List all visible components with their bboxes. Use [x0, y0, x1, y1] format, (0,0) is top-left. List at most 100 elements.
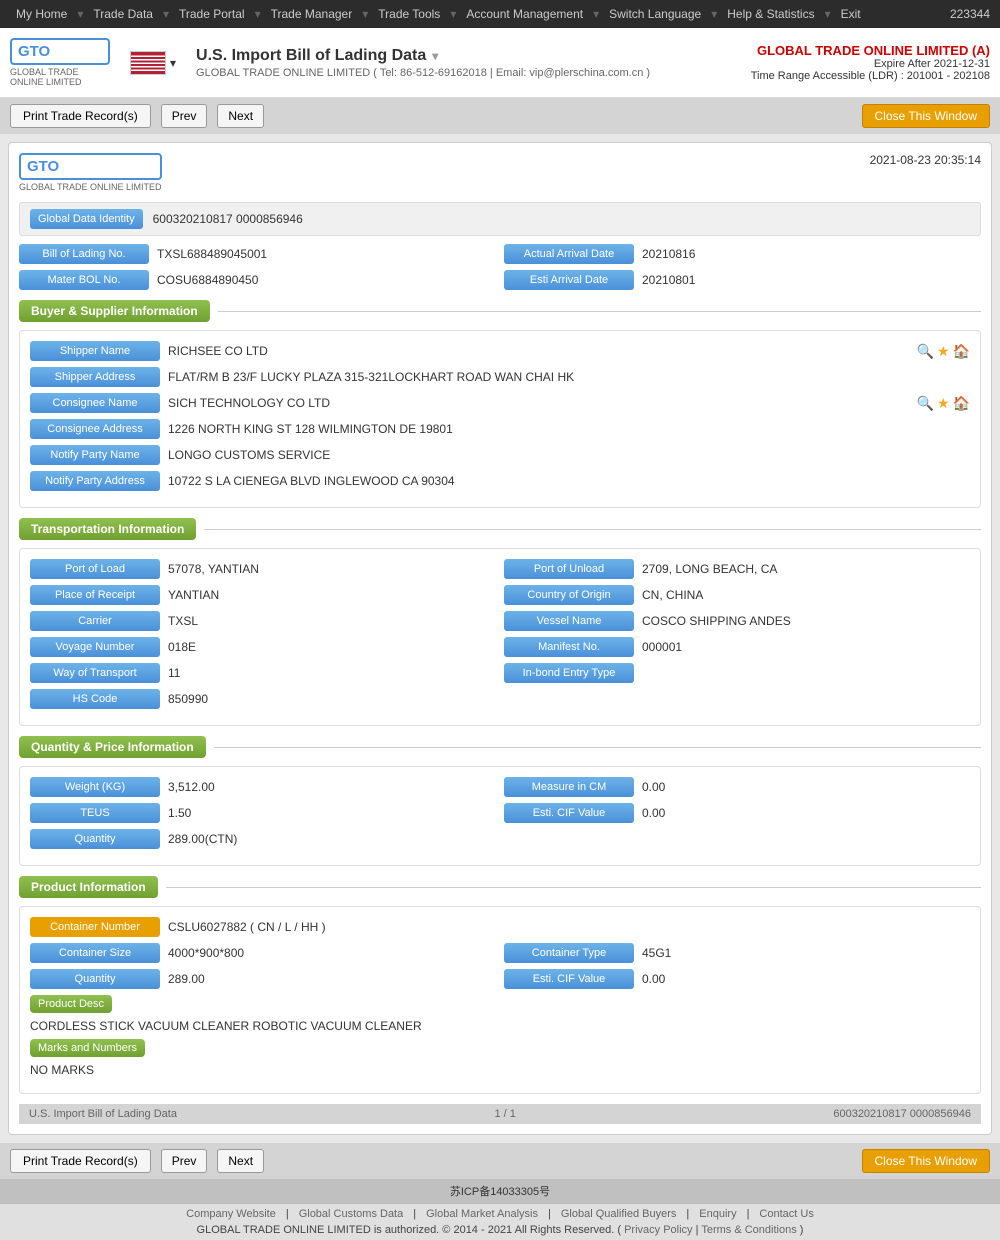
port-of-unload-label: Port of Unload: [504, 559, 634, 579]
consignee-star-icon[interactable]: ★: [937, 395, 950, 412]
way-of-transport-label: Way of Transport: [30, 663, 160, 683]
weight-kg-label: Weight (KG): [30, 777, 160, 797]
record-company-logo: GTO: [19, 153, 162, 180]
icp-number: 苏ICP备14033305号: [450, 1186, 550, 1198]
place-of-receipt-row: Place of Receipt YANTIAN Country of Orig…: [30, 585, 970, 605]
next-button-bottom[interactable]: Next: [217, 1149, 264, 1173]
consignee-home-icon[interactable]: 🏠: [953, 395, 970, 412]
nav-help-statistics[interactable]: Help & Statistics: [721, 7, 820, 21]
way-of-transport-row: Way of Transport 11 In-bond Entry Type: [30, 663, 970, 683]
link-global-qualified-buyers[interactable]: Global Qualified Buyers: [561, 1208, 677, 1220]
shipper-star-icon[interactable]: ★: [937, 343, 950, 360]
shipper-name-value: RICHSEE CO LTD: [168, 344, 909, 358]
link-global-customs-data[interactable]: Global Customs Data: [299, 1208, 404, 1220]
record-logo: GTO GLOBAL TRADE ONLINE LIMITED: [19, 153, 162, 192]
shipper-address-label: Shipper Address: [30, 367, 160, 387]
bottom-nav: Company Website | Global Customs Data | …: [0, 1203, 1000, 1240]
top-action-bar: Print Trade Record(s) Prev Next Close Th…: [0, 98, 1000, 134]
mater-bol-row: Mater BOL No. COSU6884890450 Esti Arriva…: [19, 270, 981, 290]
container-number-label: Container Number: [30, 917, 160, 937]
country-of-origin-label: Country of Origin: [504, 585, 634, 605]
link-contact-us[interactable]: Contact Us: [759, 1208, 813, 1220]
place-of-receipt-label: Place of Receipt: [30, 585, 160, 605]
buyer-supplier-title: Buyer & Supplier Information: [19, 300, 210, 322]
notify-party-address-row: Notify Party Address 10722 S LA CIENEGA …: [30, 471, 970, 491]
buyer-supplier-section: Shipper Name RICHSEE CO LTD 🔍 ★ 🏠 Shippe…: [19, 330, 981, 508]
shipper-search-icon[interactable]: 🔍: [917, 343, 934, 360]
hs-code-value: 850990: [168, 692, 970, 706]
print-button-top[interactable]: Print Trade Record(s): [10, 104, 151, 128]
link-enquiry[interactable]: Enquiry: [699, 1208, 736, 1220]
link-terms-conditions[interactable]: Terms & Conditions: [701, 1224, 796, 1236]
product-desc-label-row: Product Desc: [30, 995, 970, 1013]
mater-bol-no-value: COSU6884890450: [157, 273, 496, 287]
teus-label: TEUS: [30, 803, 160, 823]
prev-button-bottom[interactable]: Prev: [161, 1149, 208, 1173]
link-privacy-policy[interactable]: Privacy Policy: [624, 1224, 692, 1236]
section-line-2: [204, 529, 981, 530]
global-data-identity-label: Global Data Identity: [30, 209, 143, 229]
bill-of-lading-no-value: TXSL688489045001: [157, 247, 496, 261]
product-desc-value: CORDLESS STICK VACUUM CLEANER ROBOTIC VA…: [30, 1019, 970, 1033]
page-title: U.S. Import Bill of Lading Data ▾: [196, 47, 751, 65]
quantity-value: 289.00(CTN): [168, 832, 970, 846]
global-data-identity-value: 600320210817 0000856946: [153, 212, 970, 226]
product-info-title: Product Information: [19, 876, 158, 898]
port-of-load-value: 57078, YANTIAN: [168, 562, 496, 576]
buyer-supplier-header: Buyer & Supplier Information: [19, 300, 981, 322]
nav-trade-portal[interactable]: Trade Portal: [173, 7, 251, 21]
record-logo-subtitle: GLOBAL TRADE ONLINE LIMITED: [19, 182, 162, 192]
link-global-market-analysis[interactable]: Global Market Analysis: [426, 1208, 538, 1220]
consignee-address-value: 1226 NORTH KING ST 128 WILMINGTON DE 198…: [168, 422, 970, 436]
transportation-title: Transportation Information: [19, 518, 196, 540]
container-number-row: Container Number CSLU6027882 ( CN / L / …: [30, 917, 970, 937]
flag-area: ▾: [130, 51, 176, 75]
close-button-bottom[interactable]: Close This Window: [862, 1149, 990, 1173]
quantity-price-header: Quantity & Price Information: [19, 736, 981, 758]
logo-subtitle: GLOBAL TRADE ONLINE LIMITED: [10, 67, 110, 87]
transportation-header: Transportation Information: [19, 518, 981, 540]
quantity-price-section: Weight (KG) 3,512.00 Measure in CM 0.00 …: [19, 766, 981, 866]
product-esti-cif-value: 0.00: [642, 972, 970, 986]
shipper-name-row: Shipper Name RICHSEE CO LTD 🔍 ★ 🏠: [30, 341, 970, 361]
consignee-search-icon[interactable]: 🔍: [917, 395, 934, 412]
product-quantity-row: Quantity 289.00 Esti. CIF Value 0.00: [30, 969, 970, 989]
nav-my-home[interactable]: My Home: [10, 7, 73, 21]
link-company-website[interactable]: Company Website: [186, 1208, 276, 1220]
close-button-top[interactable]: Close This Window: [862, 104, 990, 128]
product-info-section: Container Number CSLU6027882 ( CN / L / …: [19, 906, 981, 1094]
consignee-icons: 🔍 ★ 🏠: [917, 395, 970, 412]
voyage-number-value: 018E: [168, 640, 496, 654]
nav-trade-manager[interactable]: Trade Manager: [265, 7, 359, 21]
port-of-unload-value: 2709, LONG BEACH, CA: [642, 562, 970, 576]
shipper-home-icon[interactable]: 🏠: [953, 343, 970, 360]
nav-switch-language[interactable]: Switch Language: [603, 7, 707, 21]
nav-items: My Home ▾ Trade Data ▾ Trade Portal ▾ Tr…: [10, 7, 867, 21]
marks-numbers-label-row: Marks and Numbers: [30, 1039, 970, 1057]
transportation-section: Port of Load 57078, YANTIAN Port of Unlo…: [19, 548, 981, 726]
container-size-row: Container Size 4000*900*800 Container Ty…: [30, 943, 970, 963]
carrier-value: TXSL: [168, 614, 496, 628]
print-button-bottom[interactable]: Print Trade Record(s): [10, 1149, 151, 1173]
nav-trade-data[interactable]: Trade Data: [87, 7, 159, 21]
next-button-top[interactable]: Next: [217, 104, 264, 128]
shipper-address-value: FLAT/RM B 23/F LUCKY PLAZA 315-321LOCKHA…: [168, 370, 970, 384]
product-desc-label: Product Desc: [30, 995, 112, 1013]
prev-button-top[interactable]: Prev: [161, 104, 208, 128]
shipper-address-row: Shipper Address FLAT/RM B 23/F LUCKY PLA…: [30, 367, 970, 387]
port-of-load-label: Port of Load: [30, 559, 160, 579]
manifest-no-label: Manifest No.: [504, 637, 634, 657]
notify-party-address-label: Notify Party Address: [30, 471, 160, 491]
time-range-info: Time Range Accessible (LDR) : 201001 - 2…: [751, 70, 990, 82]
us-flag-icon: [130, 51, 166, 75]
copyright-row: GLOBAL TRADE ONLINE LIMITED is authorize…: [10, 1224, 990, 1236]
record-header: GTO GLOBAL TRADE ONLINE LIMITED 2021-08-…: [19, 153, 981, 192]
nav-account-management[interactable]: Account Management: [460, 7, 589, 21]
nav-trade-tools[interactable]: Trade Tools: [372, 7, 446, 21]
hs-code-row: HS Code 850990: [30, 689, 970, 709]
container-number-value: CSLU6027882 ( CN / L / HH ): [168, 920, 970, 934]
record-label: U.S. Import Bill of Lading Data: [29, 1108, 177, 1120]
quantity-row: Quantity 289.00(CTN): [30, 829, 970, 849]
nav-exit[interactable]: Exit: [835, 7, 867, 21]
main-content: GTO GLOBAL TRADE ONLINE LIMITED 2021-08-…: [8, 142, 992, 1135]
